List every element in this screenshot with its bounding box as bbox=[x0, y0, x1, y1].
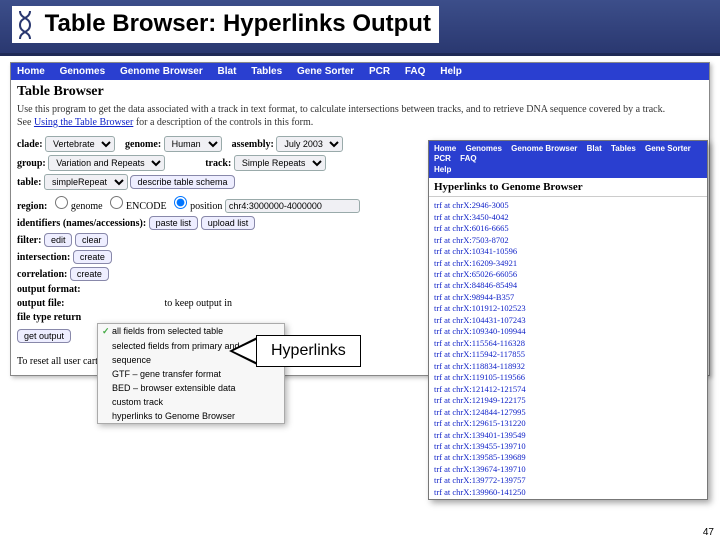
intersection-label: intersection: bbox=[17, 252, 70, 263]
sub-nav-home[interactable]: Home bbox=[434, 144, 456, 153]
output-file-hint: to keep output in bbox=[165, 298, 233, 309]
hyperlink-item[interactable]: trf at chrX:121412-121574 bbox=[434, 384, 702, 395]
hyperlink-item[interactable]: trf at chrX:121949-122175 bbox=[434, 395, 702, 406]
sub-nav-genome-browser[interactable]: Genome Browser bbox=[511, 144, 577, 153]
sub-nav-blat[interactable]: Blat bbox=[587, 144, 602, 153]
region-radio-encode[interactable] bbox=[110, 196, 123, 209]
identifiers-label: identifiers (names/accessions): bbox=[17, 218, 146, 229]
sub-nav-genomes[interactable]: Genomes bbox=[465, 144, 501, 153]
region-radio-position[interactable] bbox=[174, 196, 187, 209]
assembly-select[interactable]: July 2003 bbox=[276, 136, 343, 152]
nav-genome-browser[interactable]: Genome Browser bbox=[120, 66, 203, 77]
output-file-label: output file: bbox=[17, 298, 65, 309]
filter-edit-button[interactable]: edit bbox=[44, 233, 73, 247]
hyperlink-item[interactable]: trf at chrX:10341-10596 bbox=[434, 246, 702, 257]
hyperlink-item[interactable]: trf at chrX:139585-139689 bbox=[434, 452, 702, 463]
callout-arrow-icon bbox=[229, 337, 257, 365]
nav-blat[interactable]: Blat bbox=[218, 66, 237, 77]
hyperlink-item[interactable]: trf at chrX:139772-139757 bbox=[434, 475, 702, 486]
clade-label: clade: bbox=[17, 139, 43, 150]
output-format-label: output format: bbox=[17, 284, 81, 295]
file-type-return-label: file type return bbox=[17, 312, 81, 323]
sub-nav-faq[interactable]: FAQ bbox=[460, 154, 476, 163]
nav-tables[interactable]: Tables bbox=[251, 66, 282, 77]
sub-navbar: Home Genomes Genome Browser Blat Tables … bbox=[429, 141, 707, 178]
region-opt-genome: genome bbox=[71, 201, 103, 212]
describe-schema-button[interactable]: describe table schema bbox=[130, 175, 234, 189]
upload-list-button[interactable]: upload list bbox=[201, 216, 256, 230]
hyperlink-item[interactable]: trf at chrX:139960-141250 bbox=[434, 487, 702, 497]
intersection-create-button[interactable]: create bbox=[73, 250, 112, 264]
get-output-button[interactable]: get output bbox=[17, 329, 71, 343]
clade-select[interactable]: Vertebrate bbox=[45, 136, 115, 152]
hyperlinks-output-window: Home Genomes Genome Browser Blat Tables … bbox=[428, 140, 708, 500]
using-table-browser-link[interactable]: Using the Table Browser bbox=[34, 117, 133, 128]
paste-list-button[interactable]: paste list bbox=[149, 216, 199, 230]
callout-label: Hyperlinks bbox=[256, 335, 361, 367]
nav-pcr[interactable]: PCR bbox=[369, 66, 390, 77]
hyperlink-item[interactable]: trf at chrX:129615-131220 bbox=[434, 418, 702, 429]
hyperlink-item[interactable]: trf at chrX:101912-102523 bbox=[434, 303, 702, 314]
group-select[interactable]: Variation and Repeats bbox=[48, 155, 165, 171]
hyperlink-item[interactable]: trf at chrX:139455-139710 bbox=[434, 441, 702, 452]
correlation-create-button[interactable]: create bbox=[70, 267, 109, 281]
sub-nav-gene-sorter[interactable]: Gene Sorter bbox=[645, 144, 691, 153]
hyperlink-item[interactable]: trf at chrX:124844-127995 bbox=[434, 407, 702, 418]
nav-faq[interactable]: FAQ bbox=[405, 66, 426, 77]
hyperlinks-list: trf at chrX:2946-3005trf at chrX:3450-40… bbox=[429, 197, 707, 497]
nav-gene-sorter[interactable]: Gene Sorter bbox=[297, 66, 354, 77]
region-label: region: bbox=[17, 201, 47, 212]
region-opt-encode: ENCODE bbox=[126, 201, 167, 212]
hyperlink-item[interactable]: trf at chrX:139401-139549 bbox=[434, 430, 702, 441]
sub-nav-help[interactable]: Help bbox=[434, 165, 451, 174]
intro-text: Use this program to get the data associa… bbox=[11, 102, 709, 131]
format-opt-bed[interactable]: BED – browser extensible data bbox=[98, 381, 284, 395]
slide-title-bar: Table Browser: Hyperlinks Output bbox=[0, 0, 720, 56]
hyperlink-item[interactable]: trf at chrX:16209-34921 bbox=[434, 258, 702, 269]
sub-nav-tables[interactable]: Tables bbox=[611, 144, 636, 153]
hyperlink-item[interactable]: trf at chrX:98944-B357 bbox=[434, 292, 702, 303]
genome-label: genome: bbox=[125, 139, 161, 150]
region-position-input[interactable] bbox=[225, 199, 360, 213]
hyperlink-item[interactable]: trf at chrX:2946-3005 bbox=[434, 200, 702, 211]
hyperlink-item[interactable]: trf at chrX:115942-117855 bbox=[434, 349, 702, 360]
track-label: track: bbox=[205, 158, 231, 169]
group-label: group: bbox=[17, 158, 46, 169]
nav-home[interactable]: Home bbox=[17, 66, 45, 77]
hyperlink-item[interactable]: trf at chrX:119105-119566 bbox=[434, 372, 702, 383]
hyperlink-item[interactable]: trf at chrX:118834-118932 bbox=[434, 361, 702, 372]
hyperlink-item[interactable]: trf at chrX:84846-85494 bbox=[434, 280, 702, 291]
nav-genomes[interactable]: Genomes bbox=[60, 66, 106, 77]
format-opt-custom-track[interactable]: custom track bbox=[98, 395, 284, 409]
track-select[interactable]: Simple Repeats bbox=[234, 155, 326, 171]
hyperlinks-callout: Hyperlinks bbox=[228, 335, 361, 367]
hyperlink-item[interactable]: trf at chrX:65026-66056 bbox=[434, 269, 702, 280]
correlation-label: correlation: bbox=[17, 269, 67, 280]
hyperlink-item[interactable]: trf at chrX:139674-139710 bbox=[434, 464, 702, 475]
sub-nav-pcr[interactable]: PCR bbox=[434, 154, 451, 163]
region-radio-genome[interactable] bbox=[55, 196, 68, 209]
nav-help[interactable]: Help bbox=[440, 66, 462, 77]
hyperlink-item[interactable]: trf at chrX:3450-4042 bbox=[434, 212, 702, 223]
hyperlink-item[interactable]: trf at chrX:115564-116328 bbox=[434, 338, 702, 349]
slide-title: Table Browser: Hyperlinks Output bbox=[12, 6, 439, 43]
hyperlink-item[interactable]: trf at chrX:6016-6665 bbox=[434, 223, 702, 234]
dna-icon bbox=[16, 11, 34, 39]
sub-heading: Hyperlinks to Genome Browser bbox=[429, 178, 707, 197]
table-label: table: bbox=[17, 177, 41, 188]
page-number: 47 bbox=[703, 527, 714, 538]
hyperlink-item[interactable]: trf at chrX:109340-109944 bbox=[434, 326, 702, 337]
hyperlink-item[interactable]: trf at chrX:7503-8702 bbox=[434, 235, 702, 246]
hyperlink-item[interactable]: trf at chrX:104431-107243 bbox=[434, 315, 702, 326]
filter-clear-button[interactable]: clear bbox=[75, 233, 109, 247]
genome-select[interactable]: Human bbox=[164, 136, 222, 152]
page-heading: Table Browser bbox=[11, 80, 709, 102]
assembly-label: assembly: bbox=[232, 139, 274, 150]
filter-label: filter: bbox=[17, 235, 41, 246]
region-opt-position: position bbox=[190, 201, 222, 212]
format-opt-gtf[interactable]: GTF – gene transfer format bbox=[98, 367, 284, 381]
main-navbar: Home Genomes Genome Browser Blat Tables … bbox=[11, 63, 709, 80]
format-opt-hyperlinks[interactable]: hyperlinks to Genome Browser bbox=[98, 409, 284, 423]
table-select[interactable]: simpleRepeat bbox=[44, 174, 128, 190]
